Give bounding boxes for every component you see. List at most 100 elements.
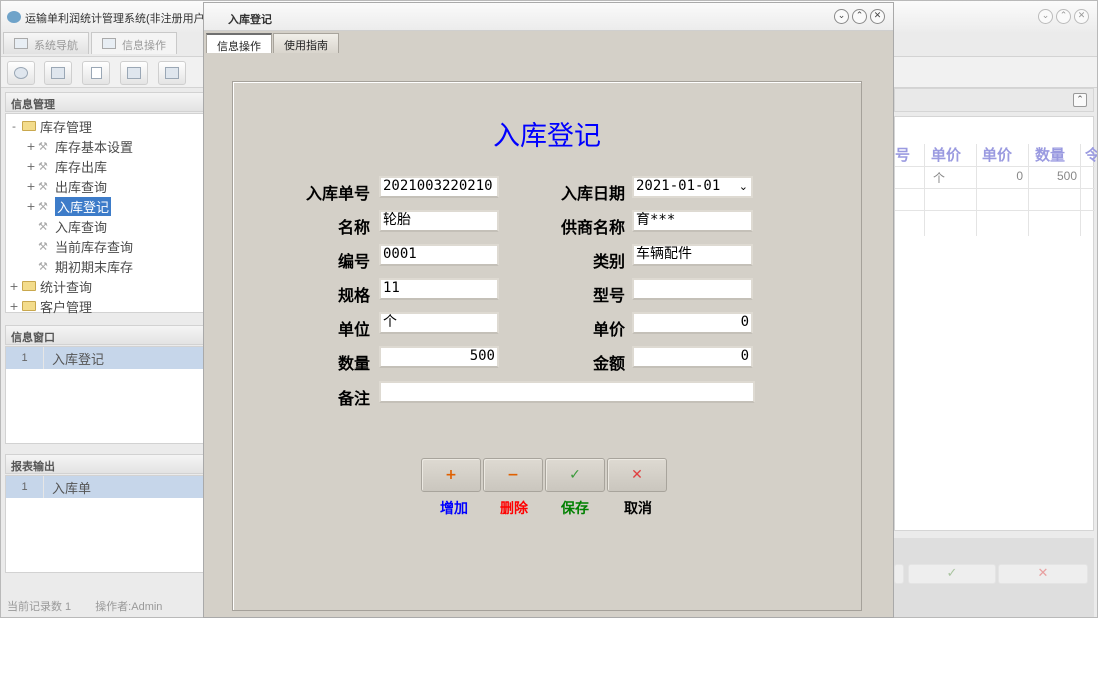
category-field[interactable]: 车辆配件 [632, 244, 753, 266]
code-field[interactable]: 0001 [379, 244, 499, 266]
expand-toggle-icon[interactable]: + [26, 180, 36, 193]
save-button[interactable]: ✓ [545, 458, 605, 492]
grid-column-header[interactable]: 单价 [982, 144, 1012, 166]
status-bar: 当前记录数 1 操作者:Admin [1, 595, 211, 617]
delete-button[interactable]: − [483, 458, 543, 492]
window-tool-button[interactable] [158, 61, 186, 85]
tree-item[interactable]: + ⚒ 库存出库 [26, 157, 107, 175]
add-button[interactable]: + [421, 458, 481, 492]
remark-label: 备注 [337, 389, 370, 408]
spec-field[interactable]: 11 [379, 278, 499, 300]
grid-divider [895, 188, 1095, 189]
spec-label: 规格 [337, 286, 370, 305]
main-minimize-icon[interactable]: ⌄ [1038, 9, 1053, 24]
grid-footer-button[interactable] [894, 564, 904, 584]
date-picker[interactable]: 2021-01-01 ⌄ [632, 176, 753, 198]
users-tool-button[interactable] [120, 61, 148, 85]
collapse-toggle-icon[interactable]: - [9, 120, 19, 133]
tab-user-guide[interactable]: 使用指南 [273, 33, 339, 53]
grid-column-header[interactable]: 号 [895, 144, 910, 166]
report-output-list: 1 入库单 [5, 475, 209, 573]
tab-info-ops[interactable]: 信息操作 [206, 33, 272, 53]
tools-icon: ⚒ [38, 219, 48, 233]
tree-item[interactable]: + ⚒ 库存基本设置 [26, 137, 133, 155]
dialog-maximize-icon[interactable]: ⌃ [852, 9, 867, 24]
folder-icon [22, 121, 36, 131]
grid-cell-price[interactable]: 0 [985, 169, 1023, 185]
tree-item[interactable]: ⚒ 期初期末库存 [26, 257, 133, 275]
delete-button-label[interactable]: 删除 [484, 498, 544, 518]
cancel-button-label[interactable]: 取消 [608, 498, 668, 518]
supplier-field[interactable]: 育*** [632, 210, 753, 232]
stock-in-form: 入库登记 入库单号 2021003220210 入库日期 2021-01-01 … [232, 81, 862, 611]
grid-column-header[interactable]: 令 [1085, 144, 1097, 166]
app-logo-icon [7, 11, 21, 23]
tools-icon: ⚒ [38, 199, 48, 213]
form-heading: 入库登记 [493, 121, 601, 152]
list-item[interactable]: 1 入库单 [6, 476, 208, 498]
tree-item-label: 客户管理 [40, 299, 93, 315]
grid-cell-unit[interactable]: 个 [933, 169, 945, 185]
grid-cell-quantity[interactable]: 500 [1035, 169, 1077, 185]
grid-column-header[interactable]: 数量 [1035, 144, 1065, 166]
list-item-label: 入库登记 [52, 351, 105, 367]
main-close-icon[interactable]: ✕ [1074, 9, 1089, 24]
cancel-button[interactable]: ✕ [607, 458, 667, 492]
document-tool-button[interactable] [82, 61, 110, 85]
grid-column-header[interactable]: 单价 [931, 144, 961, 166]
tools-icon: ⚒ [38, 259, 48, 273]
tab-system-nav[interactable]: 系统导航 [3, 32, 89, 54]
list-tool-button[interactable] [44, 61, 72, 85]
save-button-label[interactable]: 保存 [545, 498, 605, 518]
left-panel: 信息管理 - 库存管理 + ⚒ 库存基本设置 + ⚒ 库存出库 + ⚒ 出库查询 + ⚒ 入库登记 ⚒ 入库查… [1, 88, 211, 617]
tools-icon: ⚒ [38, 239, 48, 253]
name-field[interactable]: 轮胎 [379, 210, 499, 232]
grid-divider [895, 210, 1095, 211]
add-button-label[interactable]: 增加 [424, 498, 484, 518]
grid-cancel-button[interactable]: ✕ [998, 564, 1088, 584]
tree-item[interactable]: ⚒ 当前库存查询 [26, 237, 133, 255]
document-icon [90, 67, 102, 79]
unit-field[interactable]: 个 [379, 312, 499, 334]
quantity-field[interactable]: 500 [379, 346, 499, 368]
chevron-down-icon[interactable]: ⌄ [739, 178, 748, 195]
tab-info-ops[interactable]: 信息操作 [91, 32, 177, 54]
list-icon [51, 67, 65, 79]
model-field[interactable] [632, 278, 753, 300]
tree-item[interactable]: + 统计查询 [9, 277, 92, 295]
monitor-icon [14, 38, 28, 49]
expand-toggle-icon[interactable]: + [9, 280, 19, 293]
tree-item[interactable]: - 库存管理 [9, 117, 92, 135]
expand-toggle-icon[interactable]: + [26, 200, 36, 213]
tab-system-nav-label: 系统导航 [34, 40, 78, 52]
remark-field[interactable] [379, 381, 755, 403]
tree-item[interactable]: + ⚒ 出库查询 [26, 177, 107, 195]
collapse-icon[interactable]: ⌃ [1073, 93, 1087, 107]
order-no-field[interactable]: 2021003220210 [379, 176, 499, 198]
tree-item[interactable]: ⚒ 入库查询 [26, 217, 107, 235]
right-grid-area: ⌃ 号 单价 单价 数量 令 个 0 500 ✓ ✕ [894, 88, 1097, 617]
unit-price-field[interactable]: 0 [632, 312, 753, 334]
report-output-header: 报表输出 [5, 454, 209, 474]
amount-field[interactable]: 0 [632, 346, 753, 368]
tree-item-label: 统计查询 [40, 279, 93, 295]
tree-item-label: 库存管理 [40, 119, 93, 135]
tree-item[interactable]: + 客户管理 [9, 297, 92, 315]
date-label: 入库日期 [560, 184, 625, 203]
operator-name: 操作者:Admin [95, 601, 163, 613]
dialog-minimize-icon[interactable]: ⌄ [834, 9, 849, 24]
data-grid: 号 单价 单价 数量 令 个 0 500 [894, 116, 1097, 531]
dialog-window-controls: ⌄ ⌃ ✕ [834, 9, 885, 24]
expand-toggle-icon[interactable]: + [26, 140, 36, 153]
dialog-title-bar: 入库登记 ⌄ ⌃ ✕ [204, 3, 893, 31]
expand-toggle-icon[interactable]: + [26, 160, 36, 173]
tree-item-label: 入库登记 [55, 196, 112, 216]
main-maximize-icon[interactable]: ⌃ [1056, 9, 1071, 24]
grid-confirm-button[interactable]: ✓ [908, 564, 996, 584]
expand-toggle-icon[interactable]: + [9, 300, 19, 313]
list-item[interactable]: 1 入库登记 [6, 347, 208, 369]
tree-item[interactable]: + ⚒ 入库登记 [26, 196, 112, 216]
dialog-close-icon[interactable]: ✕ [870, 9, 885, 24]
search-tool-button[interactable] [7, 61, 35, 85]
search-icon [14, 67, 28, 79]
